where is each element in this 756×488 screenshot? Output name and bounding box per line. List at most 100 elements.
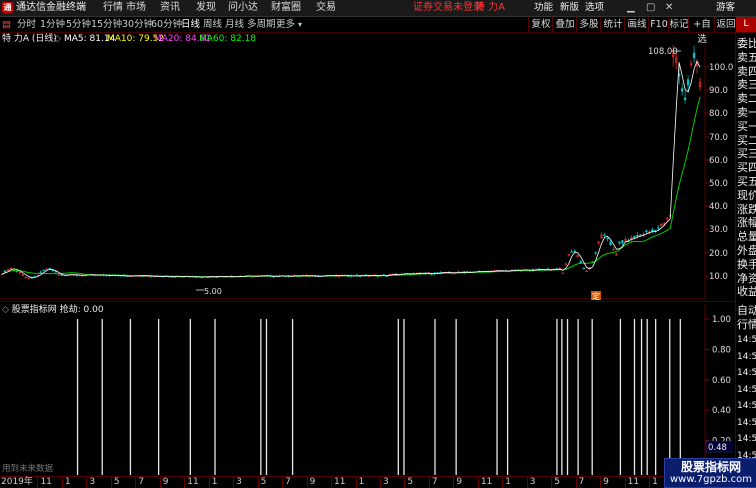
market-label[interactable]: 行情 <box>737 318 756 331</box>
price-tick-label: 80.0 <box>709 109 728 119</box>
tick-time-label: 14:56 <box>737 384 756 395</box>
time-axis-label: 2019年 <box>1 477 33 487</box>
maximize-icon[interactable]: ▢ <box>646 1 655 15</box>
login-warning[interactable]: 证券交易未登录 <box>413 1 483 15</box>
tab-15min[interactable]: 15分钟 <box>91 17 122 32</box>
price-tick-label: 60.0 <box>709 156 728 166</box>
candle-body <box>573 250 576 252</box>
side-panel-label[interactable]: L <box>736 17 756 32</box>
time-axis-divider <box>379 477 381 488</box>
menu-functions[interactable]: 功能 <box>534 1 553 15</box>
quote-item-label: 涨跌 <box>737 202 756 216</box>
time-axis-label: 7 <box>578 477 585 487</box>
indicator-tick-label: 1.00 <box>712 315 731 325</box>
add-watchlist-button[interactable]: +自选 <box>688 17 715 45</box>
candle-body <box>603 234 606 236</box>
indicator-tick-label: 0.80 <box>712 345 731 355</box>
back-button[interactable]: 返回 <box>714 17 737 32</box>
time-axis-label: 7 <box>431 477 438 487</box>
tab-more[interactable]: 更多 <box>276 17 295 32</box>
overlay-button[interactable]: 叠加 <box>552 17 577 32</box>
time-axis-label: 1 <box>64 477 71 487</box>
time-axis-label: 1 <box>211 477 218 487</box>
settings-gear-icon[interactable]: ◇ <box>54 33 61 45</box>
app-logo-icon: 通 <box>2 2 13 13</box>
candle-body <box>570 251 573 253</box>
f10-button[interactable]: F10 <box>648 17 669 32</box>
auto-label[interactable]: 自动 <box>737 304 756 317</box>
quote-item-label: 涨幅 <box>737 216 756 230</box>
tab-multi-period[interactable]: 多周期 <box>247 17 276 32</box>
time-axis-divider <box>575 477 577 488</box>
kline-chart[interactable]: 100.0 90.0 80.0 70.0 60.0 50.0 40.0 30.0 20.0 10.… <box>0 45 733 300</box>
minimize-icon[interactable]: ▁ <box>627 1 635 15</box>
candle-body <box>272 276 275 278</box>
tab-60min[interactable]: 60分钟 <box>151 17 182 32</box>
watermark-title: 股票指标网 <box>680 460 741 474</box>
guest-label[interactable]: 游客 <box>716 1 735 15</box>
low-price-label: 5.00 <box>204 287 222 296</box>
time-axis-divider <box>110 477 112 488</box>
indicator-chart[interactable]: 1.000.800.600.400.20 0.48 <box>0 304 733 476</box>
time-axis-divider <box>551 477 553 488</box>
time-axis-label: 3 <box>529 477 536 487</box>
candle-body <box>582 267 585 270</box>
time-axis-label: 7 <box>285 477 291 487</box>
candle-body <box>657 227 660 229</box>
candle-body <box>609 242 612 245</box>
mark-button[interactable]: 标记 <box>668 17 689 32</box>
menu-market[interactable]: 市场 <box>126 1 146 15</box>
time-axis-divider <box>649 477 651 488</box>
tab-weekly[interactable]: 周线 <box>203 17 222 32</box>
time-axis-label: 11 <box>187 477 199 487</box>
menu-options[interactable]: 选项 <box>585 1 604 15</box>
pane-divider[interactable] <box>0 301 735 302</box>
menu-news[interactable]: 资讯 <box>160 1 180 15</box>
indicator-bars <box>76 319 681 475</box>
price-tick-label: 30.0 <box>709 225 728 235</box>
statistics-button[interactable]: 统计 <box>600 17 625 32</box>
tab-monthly[interactable]: 月线 <box>225 17 244 32</box>
tab-1min[interactable]: 1分钟 <box>40 17 65 32</box>
time-axis-label: 9 <box>456 477 463 487</box>
draw-line-button[interactable]: 画线 <box>624 17 649 32</box>
multi-stock-button[interactable]: 多股 <box>576 17 601 32</box>
list-icon[interactable]: ▤ <box>2 17 11 32</box>
quote-item-label: 买一 <box>737 119 756 133</box>
candle-body <box>686 79 690 86</box>
time-axis-divider <box>526 477 528 488</box>
quote-item-label: 卖四 <box>737 64 756 78</box>
more-chevron-down-icon[interactable]: ▾ <box>298 17 302 32</box>
tab-30min[interactable]: 30分钟 <box>122 17 153 32</box>
price-tick-label: 10.0 <box>709 272 728 282</box>
candle-body <box>48 268 51 270</box>
quote-item-label: 卖二 <box>737 92 756 106</box>
tab-5min[interactable]: 5分钟 <box>66 17 91 32</box>
candle-body <box>621 240 624 244</box>
candle-body <box>651 229 654 232</box>
stock-title: 特 力A (日线) <box>2 34 57 44</box>
app-title: 通达信金融终端 <box>16 2 86 13</box>
watermark-logo: 股票指标网 www.7gpzb.com <box>664 458 756 488</box>
price-tick-label: 90.0 <box>709 86 728 96</box>
tab-intraday[interactable]: 分时 <box>17 17 36 32</box>
future-data-note: 用到未来数据 <box>2 464 54 474</box>
menu-trade[interactable]: 交易 <box>316 1 336 15</box>
time-axis-label: 9 <box>603 477 609 487</box>
adjust-button[interactable]: 复权 <box>528 17 553 32</box>
close-icon[interactable]: ✕ <box>665 1 673 15</box>
quote-item-label: 卖三 <box>737 78 756 92</box>
menu-new-version[interactable]: 新版 <box>560 1 579 15</box>
time-axis-label: 11 <box>334 477 346 487</box>
menu-wealth-circle[interactable]: 财富圈 <box>271 1 301 15</box>
tab-daily[interactable]: 日线 <box>181 17 200 32</box>
menu-quotes[interactable]: 行情 <box>103 1 123 15</box>
time-axis-label: 11 <box>627 477 640 487</box>
time-axis-divider <box>257 477 259 488</box>
time-axis-label: 1 <box>652 477 658 487</box>
time-axis-divider <box>159 477 161 488</box>
marker-text: 定 <box>592 291 600 300</box>
menu-discover[interactable]: 发现 <box>196 1 216 15</box>
menu-ask[interactable]: 问小达 <box>228 1 258 15</box>
time-axis-divider <box>37 477 39 488</box>
